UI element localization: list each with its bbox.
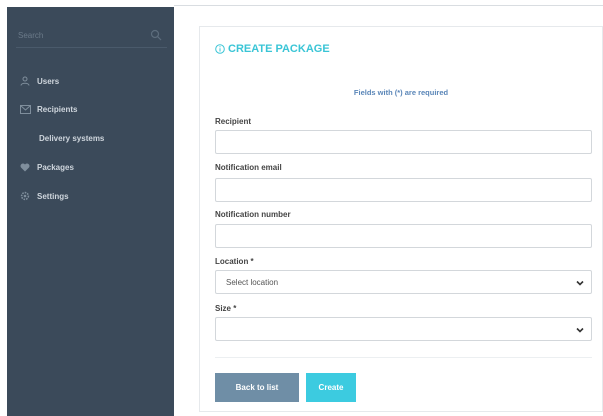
sidebar-item-packages[interactable]: Packages bbox=[7, 157, 174, 177]
sidebar-item-recipients[interactable]: Recipients bbox=[7, 99, 174, 119]
page-title: CREATE PACKAGE bbox=[215, 43, 330, 55]
envelope-icon bbox=[15, 104, 35, 114]
sidebar-item-settings[interactable]: Settings bbox=[7, 186, 174, 206]
sidebar: Users Recipients Delivery systems Packag… bbox=[7, 7, 174, 416]
sidebar-item-label: Packages bbox=[37, 162, 74, 172]
create-package-panel: CREATE PACKAGE Fields with (*) are requi… bbox=[199, 26, 603, 412]
location-label: Location * bbox=[215, 257, 254, 266]
sidebar-item-label: Users bbox=[37, 76, 60, 86]
notification-email-field[interactable] bbox=[215, 178, 592, 202]
heart-icon bbox=[15, 163, 35, 172]
create-button[interactable]: Create bbox=[306, 373, 356, 402]
gear-icon bbox=[15, 191, 35, 201]
search-input[interactable] bbox=[18, 27, 143, 43]
location-selected-value: Select location bbox=[226, 277, 279, 287]
sidebar-item-users[interactable]: Users bbox=[7, 71, 174, 91]
page-title-text: CREATE PACKAGE bbox=[228, 43, 330, 55]
sidebar-item-label: Settings bbox=[37, 191, 69, 201]
sidebar-item-delivery-systems[interactable]: Delivery systems bbox=[7, 128, 174, 148]
recipient-field[interactable] bbox=[215, 130, 592, 154]
size-select[interactable] bbox=[215, 317, 592, 341]
user-icon bbox=[15, 76, 35, 86]
search-icon[interactable] bbox=[150, 29, 162, 41]
notification-number-field[interactable] bbox=[215, 224, 592, 248]
location-select[interactable]: Select location bbox=[215, 270, 592, 294]
top-divider bbox=[174, 5, 603, 6]
chevron-down-icon bbox=[576, 280, 584, 286]
sidebar-search bbox=[16, 22, 167, 48]
chevron-down-icon bbox=[576, 327, 584, 333]
notification-number-label: Notification number bbox=[215, 210, 291, 219]
sidebar-item-label: Delivery systems bbox=[39, 133, 105, 143]
recipient-label: Recipient bbox=[215, 117, 252, 126]
sidebar-item-label: Recipients bbox=[37, 104, 78, 114]
required-note: Fields with (*) are required bbox=[353, 88, 449, 97]
back-to-list-button[interactable]: Back to list bbox=[215, 373, 299, 402]
size-label: Size * bbox=[215, 304, 237, 313]
info-circle-icon bbox=[215, 44, 225, 54]
form-divider bbox=[215, 357, 592, 358]
notification-email-label: Notification email bbox=[215, 163, 282, 172]
